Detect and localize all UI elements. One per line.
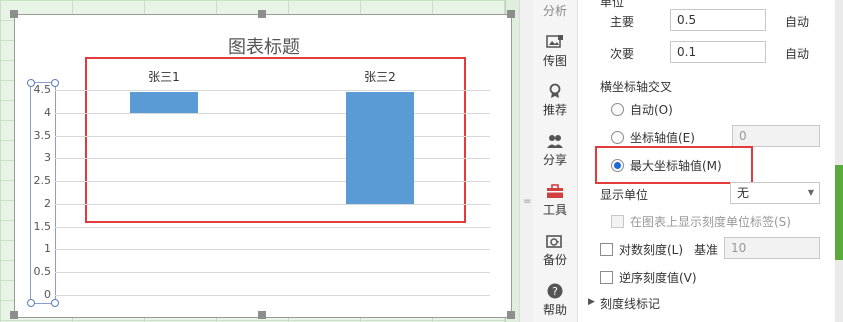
gridline	[55, 136, 490, 137]
y-tick-label: 0	[44, 288, 51, 301]
tick-marks-section[interactable]: 刻度线标记	[600, 295, 660, 312]
gridline	[55, 90, 490, 91]
y-tick-label: 3.5	[33, 129, 52, 142]
major-unit-auto-button[interactable]: 自动	[785, 13, 809, 30]
expand-triangle-icon[interactable]: ▶	[588, 297, 595, 307]
base-label: 基准	[694, 243, 719, 257]
tool-share-label: 分享	[542, 153, 567, 167]
tool-tools[interactable]: 工具	[533, 183, 577, 218]
chart-resize-handle-tl[interactable]	[10, 10, 18, 18]
cross-auto-radio[interactable]	[611, 103, 624, 116]
log-scale-checkbox[interactable]	[600, 243, 613, 256]
tool-recommend-label: 推荐	[542, 103, 567, 117]
toolbox-icon	[547, 184, 563, 198]
cross-axis-value-radio[interactable]	[611, 131, 624, 144]
chart-resize-handle-br[interactable]	[507, 311, 515, 319]
category-label: 张三1	[148, 70, 180, 84]
y-tick-label: 4	[44, 106, 51, 119]
gridline	[55, 181, 490, 182]
chart-resize-handle-bc[interactable]	[258, 311, 266, 319]
log-scale-label[interactable]: 对数刻度(L)	[619, 241, 683, 258]
tool-upload-image-label: 传图	[542, 54, 567, 68]
gridline	[55, 227, 490, 228]
help-icon: ?	[547, 283, 563, 299]
side-toolbar: 分析 传图 推荐 分享 工具 备份 ? 帮助	[533, 0, 578, 322]
display-unit-label: 显示单位	[600, 188, 649, 202]
tool-tools-label: 工具	[542, 203, 567, 217]
gridline	[55, 249, 490, 250]
grip-icon[interactable]: =	[523, 196, 531, 207]
chart-resize-handle-tr[interactable]	[507, 10, 515, 18]
reverse-order-label[interactable]: 逆序刻度值(V)	[619, 269, 697, 286]
backup-icon	[546, 235, 562, 248]
y-tick-label: 2	[44, 197, 51, 210]
major-unit-label: 主要	[610, 15, 635, 29]
display-unit-select[interactable]: 无 ▼	[730, 182, 820, 204]
gridline	[55, 272, 490, 273]
major-unit-input[interactable]: 0.5	[670, 9, 766, 31]
y-tick-label: 2.5	[33, 174, 52, 187]
panel-collapse-tab[interactable]	[835, 165, 843, 260]
svg-text:?: ?	[552, 285, 558, 298]
display-unit-value: 无	[737, 186, 750, 200]
axis-options-panel: 单位 主要 0.5 自动 次要 0.1 自动 横坐标轴交叉 自动(O) 坐标轴值…	[578, 0, 835, 322]
tool-help[interactable]: ? 帮助	[533, 283, 577, 318]
y-axis-handle-top-right[interactable]	[51, 79, 59, 87]
category-label: 张三2	[364, 70, 396, 84]
unit-heading: 单位	[600, 0, 625, 9]
y-tick-label: 1.5	[33, 220, 52, 233]
minor-unit-label: 次要	[610, 47, 635, 61]
minor-unit-auto-button[interactable]: 自动	[785, 45, 809, 62]
pane-separator[interactable]	[519, 0, 534, 322]
tool-upload-image[interactable]: 传图	[533, 34, 577, 69]
y-axis-handle-bottom-right[interactable]	[51, 299, 59, 307]
image-upload-icon	[546, 35, 563, 48]
base-input[interactable]: 10	[724, 237, 820, 259]
y-tick-label: 1	[44, 242, 51, 255]
show-unit-label-checkbox[interactable]	[611, 215, 624, 228]
gridline	[55, 158, 490, 159]
cross-auto-label[interactable]: 自动(O)	[630, 101, 673, 118]
chart-title[interactable]: 图表标题	[0, 33, 528, 59]
show-unit-label-text[interactable]: 在图表上显示刻度单位标签(S)	[630, 213, 791, 230]
share-icon	[547, 135, 563, 148]
chevron-down-icon: ▼	[807, 188, 814, 197]
gridline	[55, 113, 490, 114]
chart-resize-handle-tc[interactable]	[258, 10, 266, 18]
y-tick-label: 0.5	[33, 265, 52, 278]
y-tick-label: 4.5	[33, 83, 52, 96]
axis-cross-heading: 横坐标轴交叉	[600, 80, 673, 94]
gridline	[55, 295, 490, 296]
minor-unit-input[interactable]: 0.1	[670, 41, 766, 63]
tool-analyze[interactable]: 分析	[533, 2, 577, 19]
tool-share[interactable]: 分享	[533, 133, 577, 168]
bar[interactable]	[130, 92, 198, 113]
highlight-box-max-option	[595, 146, 753, 184]
recommend-icon	[549, 83, 561, 98]
tool-recommend[interactable]: 推荐	[533, 83, 577, 118]
tool-help-label: 帮助	[542, 303, 567, 317]
cross-axis-value-label[interactable]: 坐标轴值(E)	[630, 129, 695, 146]
reverse-order-checkbox[interactable]	[600, 271, 613, 284]
gridline	[55, 204, 490, 205]
bar[interactable]	[346, 92, 414, 204]
y-tick-label: 3	[44, 151, 51, 164]
panel-scroll-edge	[835, 0, 843, 322]
tool-backup[interactable]: 备份	[533, 233, 577, 268]
chart-resize-handle-bl[interactable]	[10, 311, 18, 319]
tool-backup-label: 备份	[542, 253, 567, 267]
cross-axis-value-input[interactable]: 0	[732, 125, 820, 147]
